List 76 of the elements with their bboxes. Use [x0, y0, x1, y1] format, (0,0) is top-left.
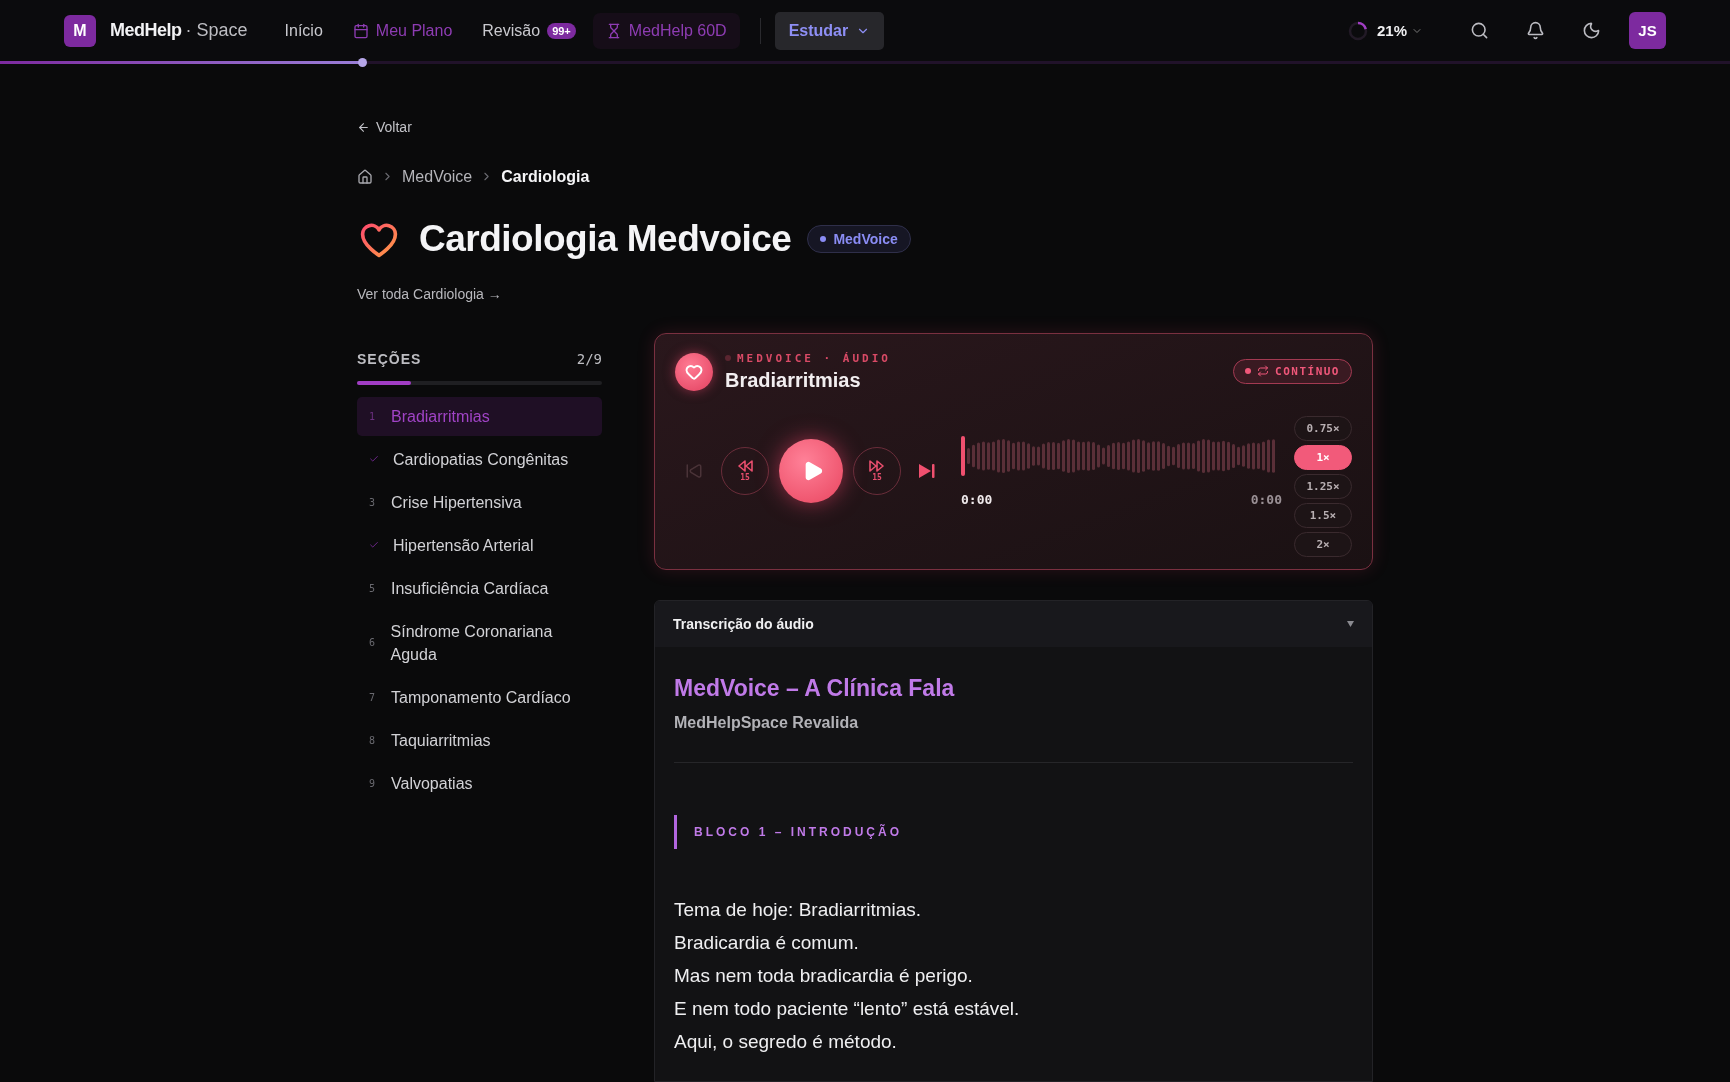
home-icon[interactable] [357, 168, 373, 185]
caret-icon [1347, 620, 1354, 627]
section-number: 3 [369, 496, 377, 508]
section-title: Cardiopatias Congênitas [393, 449, 569, 470]
section-title: Valvopatias [391, 773, 473, 794]
section-number: 5 [369, 582, 377, 594]
skip-next-icon [918, 463, 936, 479]
user-avatar[interactable]: JS [1629, 12, 1666, 49]
section-number: 7 [369, 691, 377, 703]
section-title: Insuficiência Cardíaca [391, 578, 549, 599]
rewind-icon [737, 460, 753, 472]
section-item[interactable]: Cardiopatias Congênitas [357, 439, 602, 479]
section-item[interactable]: 6 Síndrome Coronariana Aguda [357, 611, 602, 674]
progress-button[interactable]: 21% [1340, 13, 1429, 48]
bell-icon [1525, 21, 1545, 40]
transcript-line: E nem todo paciente “lento” está estável. [674, 996, 1021, 1021]
section-item[interactable]: 5 Insuficiência Cardíaca [357, 568, 602, 608]
total-time: 0:00 [1250, 491, 1282, 507]
section-item[interactable]: Hipertensão Arterial [357, 525, 602, 565]
nav-link[interactable]: Revisão 99+ [469, 12, 589, 49]
repeat-icon [1257, 365, 1269, 377]
brand-suffix: · Space [185, 20, 248, 41]
speed-option[interactable]: 1.5× [1294, 502, 1352, 528]
section-title: Síndrome Coronariana Aguda [390, 621, 554, 665]
sections-heading: SEÇÕES [357, 350, 422, 367]
section-title: Taquiarritmias [391, 730, 491, 751]
elapsed-time: 0:00 [961, 491, 993, 507]
section-number: 9 [369, 777, 377, 789]
player-eyebrow: MEDVOICE · ÁUDIO [737, 351, 891, 365]
skip-back-icon [685, 462, 703, 480]
section-title: Bradiarritmias [391, 406, 490, 427]
section-title: Tamponamento Cardíaco [391, 687, 571, 708]
page-title: Cardiologia Medvoice [419, 217, 792, 260]
section-item[interactable]: 7 Tamponamento Cardíaco [357, 677, 602, 717]
search-icon [1469, 21, 1489, 40]
count-badge: 99+ [547, 22, 576, 39]
study-button[interactable]: Estudar [774, 11, 885, 50]
seek-handle[interactable] [961, 435, 965, 476]
continuous-mode-button[interactable]: CONTÍNUO [1233, 358, 1352, 384]
logo-mark[interactable]: M [64, 14, 96, 47]
speed-option[interactable]: 1.25× [1294, 473, 1352, 499]
nav-link[interactable]: Início [271, 12, 336, 49]
category-tag: MedVoice [807, 224, 911, 253]
track-title: Bradiarritmias [725, 368, 862, 392]
transcript-line: Mas nem toda bradicardia é perigo. [674, 963, 974, 988]
moon-icon [1581, 21, 1601, 40]
transcript-subheading: MedHelpSpace Revalida [674, 713, 860, 732]
transcript-line: Aqui, o segredo é método. [674, 1029, 898, 1054]
brand-name: MedHelp [110, 20, 182, 41]
transcript-toggle[interactable]: Transcrição do áudio [655, 600, 1372, 647]
breadcrumb-link[interactable]: MedVoice [402, 167, 473, 186]
back-link[interactable]: Voltar [357, 119, 412, 135]
block-heading: BLOCO 1 – INTRODUÇÃO [674, 814, 1353, 849]
section-number: 6 [369, 637, 377, 648]
sections-count: 2/9 [576, 350, 602, 367]
section-number: 1 [369, 410, 377, 422]
section-item[interactable]: 8 Taquiarritmias [357, 720, 602, 760]
section-title: Crise Hipertensiva [391, 492, 522, 513]
calendar-icon [352, 22, 369, 39]
transcript-line: Tema de hoje: Bradiarritmias. [674, 897, 923, 922]
arrow-left-icon [357, 120, 370, 134]
section-title: Hipertensão Arterial [393, 535, 534, 556]
breadcrumb-link[interactable]: Cardiologia [501, 167, 590, 186]
section-number: 8 [369, 734, 377, 746]
transcript-heading: MedVoice – A Clínica Fala [674, 674, 956, 702]
section-item[interactable]: 9 Valvopatias [357, 763, 602, 803]
section-item[interactable]: 3 Crise Hipertensiva [357, 482, 602, 522]
transcript-line: Bradicardia é comum. [674, 930, 860, 955]
progress-knob [358, 58, 368, 67]
see-all-link[interactable]: Ver toda Cardiologia → [357, 285, 502, 302]
fast-forward-icon [869, 460, 885, 472]
section-item[interactable]: 1 Bradiarritmias [357, 396, 602, 436]
nav-link-label: Revisão [482, 21, 541, 40]
play-button[interactable] [779, 439, 843, 503]
speed-option[interactable]: 0.75× [1294, 415, 1352, 441]
speed-option[interactable]: 2× [1294, 531, 1352, 557]
